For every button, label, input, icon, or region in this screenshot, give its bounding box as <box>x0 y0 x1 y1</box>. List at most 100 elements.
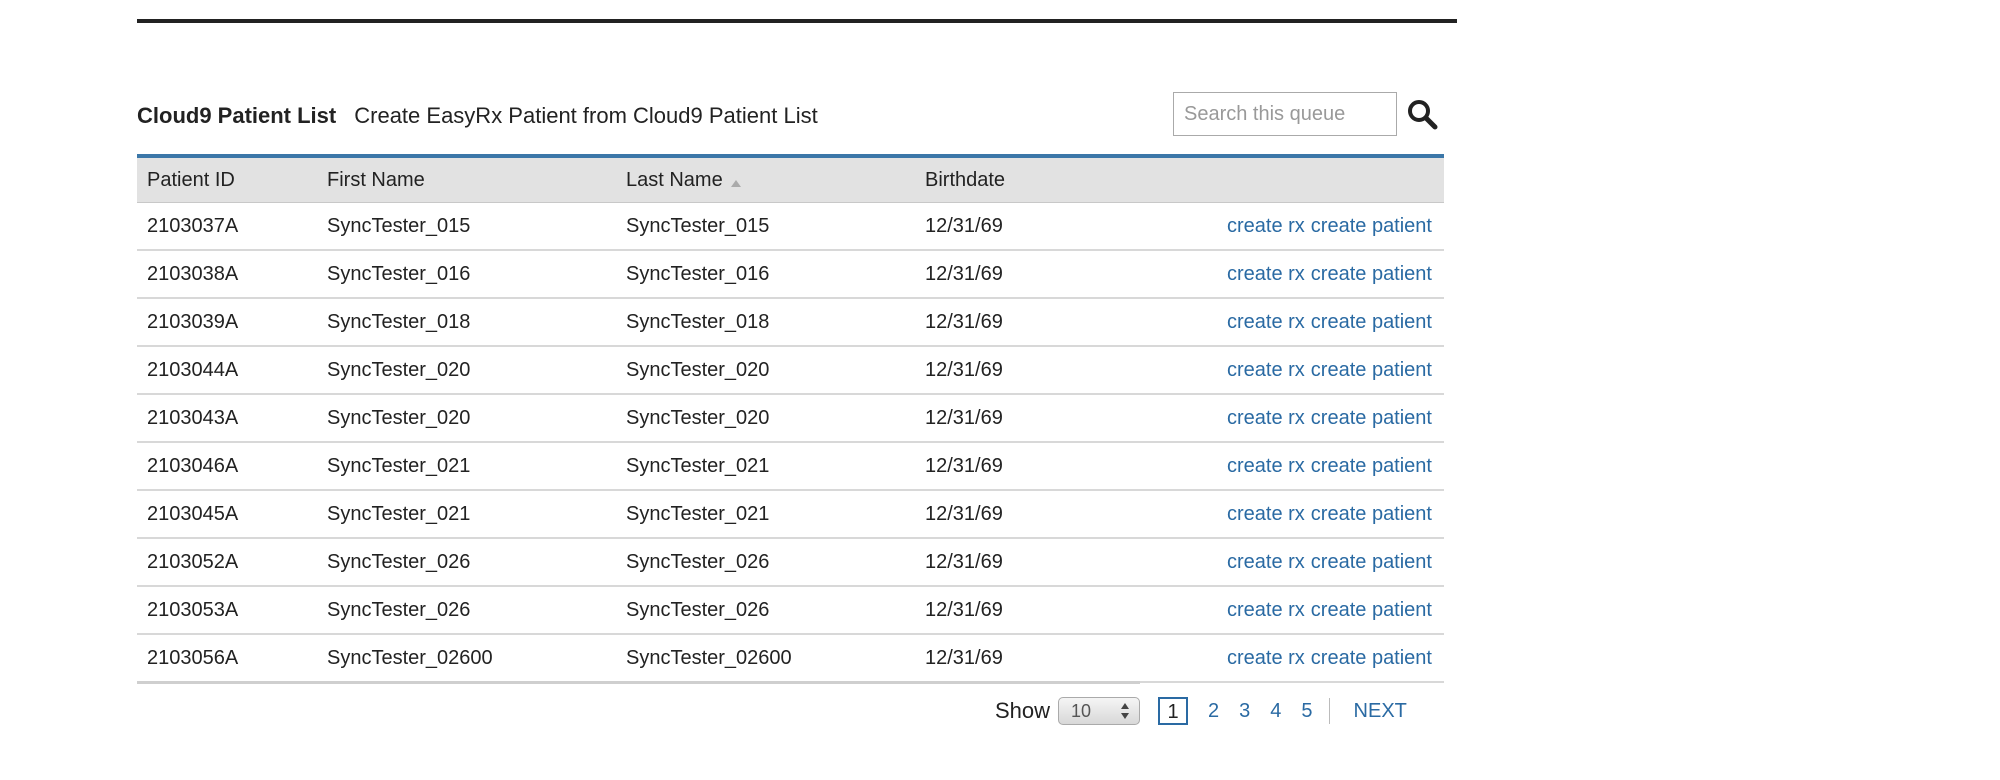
cell-last-name: SyncTester_015 <box>626 214 770 237</box>
create-rx-link[interactable]: create rx <box>1227 359 1305 382</box>
patient-list-page: Cloud9 Patient List Create EasyRx Patien… <box>0 0 2000 780</box>
page-links: 12345 <box>1140 697 1313 725</box>
table-row: 2103044A SyncTester_020 SyncTester_020 12/3… <box>137 347 1444 395</box>
cell-patient-id: 2103038A <box>147 262 239 285</box>
cell-patient-id: 2103053A <box>147 598 239 621</box>
cell-birthdate: 12/31/69 <box>925 550 1003 573</box>
create-patient-link[interactable]: create patient <box>1311 311 1432 334</box>
cell-patient-id: 2103046A <box>147 454 239 477</box>
cell-last-name: SyncTester_021 <box>626 502 770 525</box>
cell-last-name: SyncTester_026 <box>626 598 770 621</box>
table-row: 2103037A SyncTester_015 SyncTester_015 12/3… <box>137 203 1444 251</box>
cell-last-name: SyncTester_018 <box>626 310 770 333</box>
create-rx-link[interactable]: create rx <box>1227 263 1305 286</box>
cell-actions: create rx create patient <box>1227 635 1432 681</box>
sort-ascending-icon <box>730 179 741 187</box>
top-divider <box>137 19 1457 23</box>
cell-birthdate: 12/31/69 <box>925 214 1003 237</box>
pagination: Show 10 12345 NEXT <box>995 694 1407 728</box>
create-rx-link[interactable]: create rx <box>1227 407 1305 430</box>
cell-actions: create rx create patient <box>1227 491 1432 537</box>
page-link-2[interactable]: 2 <box>1208 700 1219 723</box>
cell-patient-id: 2103037A <box>147 214 239 237</box>
cell-actions: create rx create patient <box>1227 203 1432 249</box>
cell-first-name: SyncTester_020 <box>327 406 471 429</box>
list-heading: Cloud9 Patient List Create EasyRx Patien… <box>137 101 818 131</box>
table-row: 2103038A SyncTester_016 SyncTester_016 12/3… <box>137 251 1444 299</box>
cell-actions: create rx create patient <box>1227 299 1432 345</box>
cell-first-name: SyncTester_016 <box>327 262 471 285</box>
column-header-label: Patient ID <box>147 168 235 191</box>
table-row: 2103045A SyncTester_021 SyncTester_021 12/3… <box>137 491 1444 539</box>
create-rx-link[interactable]: create rx <box>1227 647 1305 670</box>
create-patient-link[interactable]: create patient <box>1311 215 1432 238</box>
page-link-4[interactable]: 4 <box>1270 700 1281 723</box>
search-input[interactable] <box>1173 92 1397 136</box>
cell-birthdate: 12/31/69 <box>925 598 1003 621</box>
cell-first-name: SyncTester_026 <box>327 598 471 621</box>
cell-actions: create rx create patient <box>1227 395 1432 441</box>
cell-birthdate: 12/31/69 <box>925 502 1003 525</box>
create-patient-link[interactable]: create patient <box>1311 455 1432 478</box>
pagination-divider <box>1328 698 1330 724</box>
cell-last-name: SyncTester_026 <box>626 550 770 573</box>
cell-actions: create rx create patient <box>1227 587 1432 633</box>
create-patient-link[interactable]: create patient <box>1311 551 1432 574</box>
cell-birthdate: 12/31/69 <box>925 358 1003 381</box>
create-patient-link[interactable]: create patient <box>1311 599 1432 622</box>
cell-patient-id: 2103039A <box>147 310 239 333</box>
create-rx-link[interactable]: create rx <box>1227 215 1305 238</box>
create-rx-link[interactable]: create rx <box>1227 311 1305 334</box>
cell-patient-id: 2103044A <box>147 358 239 381</box>
page-title: Cloud9 Patient List <box>137 103 337 128</box>
cell-birthdate: 12/31/69 <box>925 262 1003 285</box>
table-body: 2103037A SyncTester_015 SyncTester_015 12/3… <box>137 203 1444 683</box>
cell-first-name: SyncTester_026 <box>327 550 471 573</box>
create-patient-link[interactable]: create patient <box>1311 647 1432 670</box>
cell-birthdate: 12/31/69 <box>925 454 1003 477</box>
create-rx-link[interactable]: create rx <box>1227 455 1305 478</box>
column-header-label: First Name <box>327 168 425 191</box>
cell-last-name: SyncTester_021 <box>626 454 770 477</box>
cell-actions: create rx create patient <box>1227 539 1432 585</box>
column-header-birthdate[interactable]: Birthdate <box>925 158 1005 202</box>
create-rx-link[interactable]: create rx <box>1227 599 1305 622</box>
create-patient-link[interactable]: create patient <box>1311 263 1432 286</box>
cell-first-name: SyncTester_018 <box>327 310 471 333</box>
table-row: 2103056A SyncTester_02600 SyncTester_02600… <box>137 635 1444 683</box>
create-patient-link[interactable]: create patient <box>1311 503 1432 526</box>
cell-patient-id: 2103045A <box>147 502 239 525</box>
page-link-3[interactable]: 3 <box>1239 700 1250 723</box>
create-rx-link[interactable]: create rx <box>1227 551 1305 574</box>
select-arrows-icon <box>1121 703 1130 719</box>
table-row: 2103052A SyncTester_026 SyncTester_026 12/3… <box>137 539 1444 587</box>
cell-birthdate: 12/31/69 <box>925 406 1003 429</box>
cell-first-name: SyncTester_021 <box>327 454 471 477</box>
column-header-last-name[interactable]: Last Name <box>626 158 741 202</box>
page-subtitle: Create EasyRx Patient from Cloud9 Patien… <box>354 103 818 128</box>
cell-last-name: SyncTester_02600 <box>626 646 792 669</box>
create-patient-link[interactable]: create patient <box>1311 359 1432 382</box>
cell-first-name: SyncTester_020 <box>327 358 471 381</box>
cell-actions: create rx create patient <box>1227 251 1432 297</box>
page-link-1[interactable]: 1 <box>1158 697 1189 725</box>
table-header-row: Patient ID First Name Last Name Birthdat… <box>137 158 1444 203</box>
create-rx-link[interactable]: create rx <box>1227 503 1305 526</box>
page-size-select[interactable]: 10 <box>1058 697 1141 725</box>
page-link-5[interactable]: 5 <box>1301 700 1312 723</box>
next-page-link[interactable]: NEXT <box>1354 700 1407 723</box>
cell-first-name: SyncTester_021 <box>327 502 471 525</box>
column-header-patient-id[interactable]: Patient ID <box>147 158 235 202</box>
create-patient-link[interactable]: create patient <box>1311 407 1432 430</box>
cell-last-name: SyncTester_016 <box>626 262 770 285</box>
cell-first-name: SyncTester_015 <box>327 214 471 237</box>
table-scrollbar[interactable] <box>137 681 1140 684</box>
cell-actions: create rx create patient <box>1227 347 1432 393</box>
column-header-first-name[interactable]: First Name <box>327 158 425 202</box>
search-icon[interactable] <box>1406 98 1438 130</box>
page-size-label: Show <box>995 698 1051 723</box>
table-row: 2103046A SyncTester_021 SyncTester_021 12/3… <box>137 443 1444 491</box>
cell-patient-id: 2103052A <box>147 550 239 573</box>
page-size-value: 10 <box>1071 700 1092 721</box>
cell-last-name: SyncTester_020 <box>626 358 770 381</box>
